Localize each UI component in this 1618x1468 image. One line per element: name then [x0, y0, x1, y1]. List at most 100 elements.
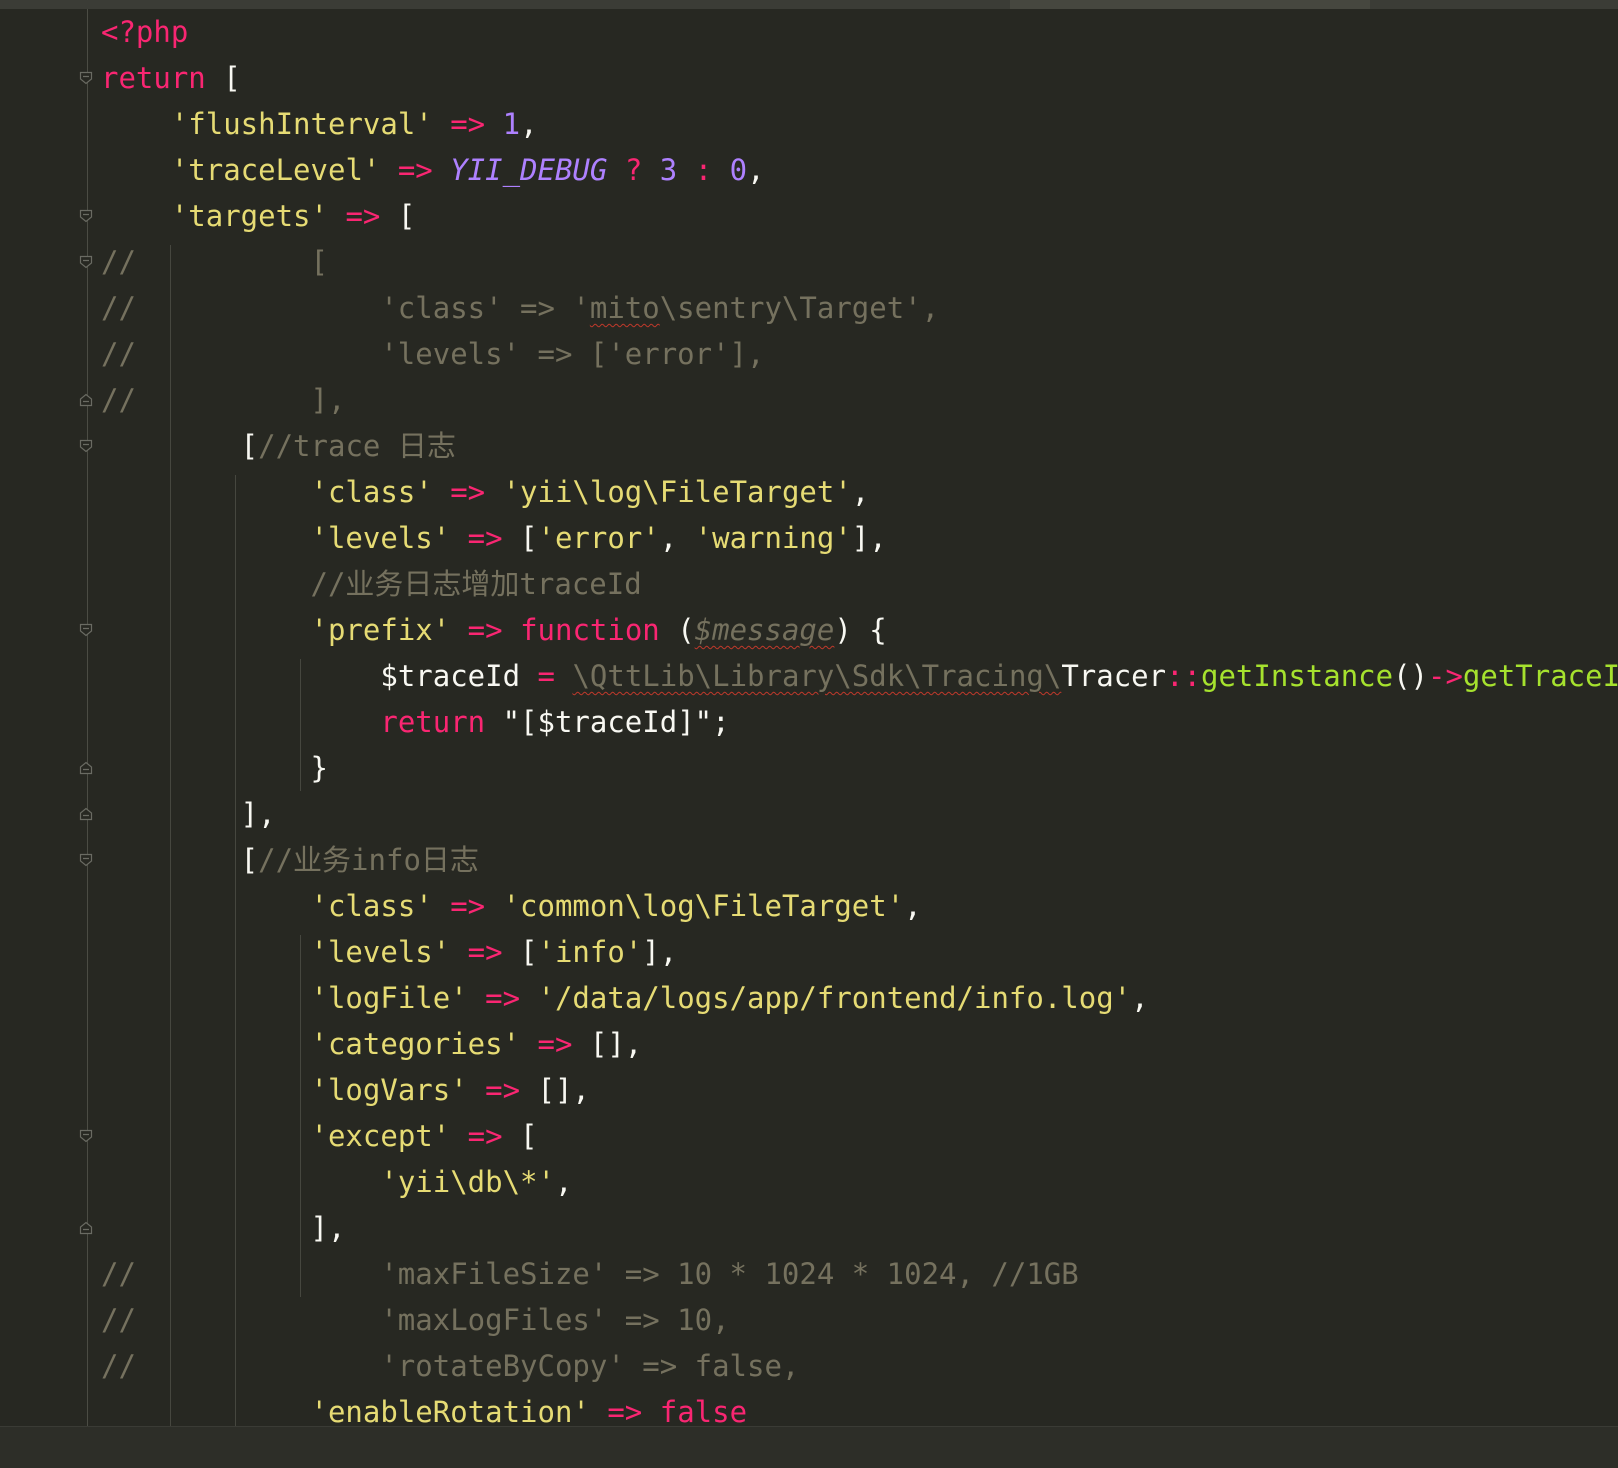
- tab-bar-strip: [0, 0, 1618, 9]
- code-token: // 'maxLogFiles' => 10,: [101, 1303, 730, 1337]
- code-token: // 'rotateByCopy' => false,: [101, 1349, 800, 1383]
- code-line[interactable]: //业务日志增加traceId: [101, 561, 642, 607]
- code-token: ;: [712, 705, 730, 739]
- code-token: // 'levels' => ['error'],: [101, 337, 765, 371]
- code-token: // 'class' => ': [101, 291, 590, 325]
- code-line[interactable]: 'class' => 'common\log\FileTarget',: [101, 883, 922, 929]
- code-line[interactable]: [//trace 日志: [101, 423, 456, 469]
- code-line[interactable]: // ],: [101, 377, 345, 423]
- code-token: }: [101, 751, 328, 785]
- code-line[interactable]: 'yii\db\*',: [101, 1159, 572, 1205]
- code-line[interactable]: return "[$traceId]";: [101, 699, 730, 745]
- fold-close-icon[interactable]: [79, 761, 93, 775]
- code-token: 'common\log\FileTarget': [502, 889, 905, 923]
- code-line[interactable]: ],: [101, 1205, 346, 1251]
- code-token: 'levels': [310, 521, 451, 555]
- code-token: "[$traceId]": [502, 705, 713, 739]
- fold-open-icon[interactable]: [79, 439, 93, 453]
- code-token: [: [502, 1119, 538, 1153]
- code-token: 'info': [537, 935, 643, 969]
- code-line[interactable]: return [: [101, 55, 241, 101]
- code-line[interactable]: 'levels' => ['error', 'warning'],: [101, 515, 887, 561]
- fold-open-icon[interactable]: [79, 853, 93, 867]
- code-token: [: [502, 935, 538, 969]
- code-line[interactable]: [//业务info日志: [101, 837, 479, 883]
- fold-close-icon[interactable]: [79, 393, 93, 407]
- code-line[interactable]: 'class' => 'yii\log\FileTarget',: [101, 469, 870, 515]
- code-line[interactable]: // 'maxLogFiles' => 10,: [101, 1297, 730, 1343]
- fold-close-icon[interactable]: [79, 807, 93, 821]
- code-line[interactable]: // [: [101, 239, 328, 285]
- code-line[interactable]: 'flushInterval' => 1,: [101, 101, 538, 147]
- code-token: getInstance: [1201, 659, 1394, 693]
- code-token: // ],: [101, 383, 346, 417]
- code-line[interactable]: $traceId = \QttLib\Library\Sdk\Tracing\T…: [101, 653, 1618, 699]
- code-line[interactable]: 'logFile' => '/data/logs/app/frontend/in…: [101, 975, 1149, 1021]
- code-token: ) {: [834, 613, 887, 647]
- code-line[interactable]: ],: [101, 791, 276, 837]
- fold-open-icon[interactable]: [79, 1129, 93, 1143]
- code-token: getTraceId: [1462, 659, 1618, 693]
- code-token: =>: [397, 153, 433, 187]
- code-token: false: [659, 1395, 748, 1429]
- code-token: ?: [624, 153, 643, 187]
- code-line[interactable]: 'except' => [: [101, 1113, 538, 1159]
- fold-close-icon[interactable]: [79, 1221, 93, 1235]
- code-token: Tracer: [1061, 659, 1167, 693]
- code-token: :: [694, 153, 713, 187]
- code-token: ,: [747, 153, 765, 187]
- code-token: 0: [729, 153, 748, 187]
- code-line[interactable]: 'logVars' => [],: [101, 1067, 590, 1113]
- code-token: 'targets': [170, 199, 328, 233]
- fold-open-icon[interactable]: [79, 71, 93, 85]
- code-token: ,: [520, 107, 538, 141]
- code-token: ->: [1428, 659, 1463, 693]
- code-editor[interactable]: <?php return [ 'flushInterval' => 1, 'tra…: [0, 0, 1618, 1468]
- code-line[interactable]: // 'levels' => ['error'],: [101, 331, 764, 377]
- code-line[interactable]: 'levels' => ['info'],: [101, 929, 678, 975]
- code-token: return: [101, 61, 206, 95]
- code-line[interactable]: // 'rotateByCopy' => false,: [101, 1343, 799, 1389]
- code-token: =: [537, 659, 555, 693]
- code-token: (: [659, 613, 695, 647]
- fold-open-icon[interactable]: [79, 255, 93, 269]
- fold-open-icon[interactable]: [79, 209, 93, 223]
- fold-open-icon[interactable]: [79, 623, 93, 637]
- code-token: 1: [502, 107, 521, 141]
- code-token: $message: [694, 613, 835, 647]
- code-line[interactable]: 'categories' => [],: [101, 1021, 643, 1067]
- code-line[interactable]: // 'maxFileSize' => 10 * 1024 * 1024, //…: [101, 1251, 1079, 1297]
- code-token: 'flushInterval': [170, 107, 433, 141]
- code-line[interactable]: // 'class' => 'mito\sentry\Target',: [101, 285, 939, 331]
- code-token: =>: [467, 613, 503, 647]
- code-line[interactable]: <?php: [101, 9, 188, 55]
- code-line[interactable]: 'prefix' => function ($message) {: [101, 607, 887, 653]
- code-line[interactable]: 'targets' => [: [101, 193, 415, 239]
- code-token: 'levels': [310, 935, 451, 969]
- code-line[interactable]: 'traceLevel' => YII_DEBUG ? 3 : 0,: [101, 147, 765, 193]
- code-line[interactable]: }: [101, 745, 328, 791]
- code-token: 'except': [310, 1119, 451, 1153]
- code-token: ,: [659, 521, 695, 555]
- code-token: [],: [520, 1073, 590, 1107]
- code-token: =>: [467, 521, 503, 555]
- code-token: //业务info日志: [258, 843, 479, 877]
- code-token: ,: [851, 475, 870, 509]
